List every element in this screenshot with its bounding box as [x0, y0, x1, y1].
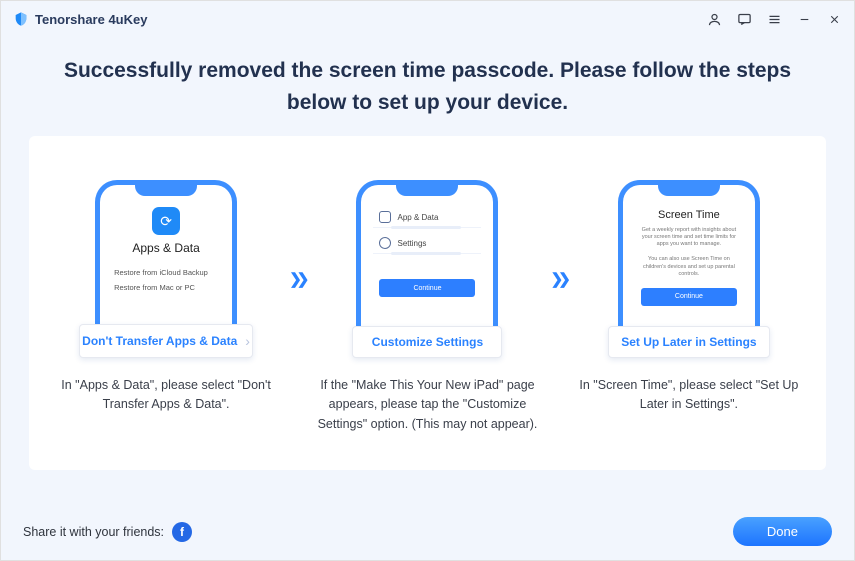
- step-3: Screen Time Get a weekly report with ins…: [574, 180, 804, 415]
- step-3-sub-2: You can also use Screen Time on children…: [635, 256, 743, 277]
- arrow-icon: ❯❯: [551, 270, 566, 288]
- step-3-desc: In "Screen Time", please select "Set Up …: [574, 376, 804, 415]
- footer: Share it with your friends: f Done: [1, 505, 854, 560]
- step-3-phone-title: Screen Time: [635, 209, 743, 221]
- layers-icon: [379, 211, 391, 223]
- steps-card: ⟳ Apps & Data Restore from iCloud Backup…: [29, 136, 826, 470]
- step-1: ⟳ Apps & Data Restore from iCloud Backup…: [51, 180, 281, 415]
- share-label: Share it with your friends:: [23, 525, 164, 539]
- step-3-phone: Screen Time Get a weekly report with ins…: [600, 180, 778, 356]
- step-1-desc: In "Apps & Data", please select "Don't T…: [51, 376, 281, 415]
- account-icon[interactable]: [706, 11, 722, 27]
- minimize-button[interactable]: [796, 11, 812, 27]
- step-1-phone: ⟳ Apps & Data Restore from iCloud Backup…: [77, 180, 255, 356]
- step-1-option-2: Restore from Mac or PC: [112, 280, 220, 295]
- app-logo-icon: [13, 11, 29, 27]
- step-2-row-2: Settings: [397, 239, 426, 248]
- step-2-phone: App & Data Settings Continue Customize S…: [338, 180, 516, 356]
- step-2-row-1: App & Data: [397, 213, 438, 222]
- step-2-callout: Customize Settings: [352, 326, 502, 358]
- menu-icon[interactable]: [766, 11, 782, 27]
- close-button[interactable]: [826, 11, 842, 27]
- step-3-sub-1: Get a weekly report with insights about …: [635, 227, 743, 248]
- facebook-icon[interactable]: f: [172, 522, 192, 542]
- restore-icon: ⟳: [152, 207, 180, 235]
- app-title: Tenorshare 4uKey: [35, 12, 147, 27]
- step-2-continue: Continue: [379, 279, 475, 297]
- gear-icon: [379, 237, 391, 249]
- done-button[interactable]: Done: [733, 517, 832, 546]
- titlebar: Tenorshare 4uKey: [1, 1, 854, 37]
- page-heading: Successfully removed the screen time pas…: [1, 55, 854, 118]
- step-3-continue: Continue: [641, 288, 737, 306]
- step-2: App & Data Settings Continue Customize S…: [312, 180, 542, 434]
- step-2-desc: If the "Make This Your New iPad" page ap…: [312, 376, 542, 434]
- arrow-icon: ❯❯: [289, 270, 304, 288]
- feedback-icon[interactable]: [736, 11, 752, 27]
- step-1-callout: Don't Transfer Apps & Data: [79, 324, 253, 358]
- titlebar-right: [706, 11, 842, 27]
- step-1-phone-title: Apps & Data: [112, 241, 220, 255]
- step-3-callout: Set Up Later in Settings: [608, 326, 770, 358]
- step-1-option-1: Restore from iCloud Backup: [112, 265, 220, 280]
- titlebar-left: Tenorshare 4uKey: [13, 11, 147, 27]
